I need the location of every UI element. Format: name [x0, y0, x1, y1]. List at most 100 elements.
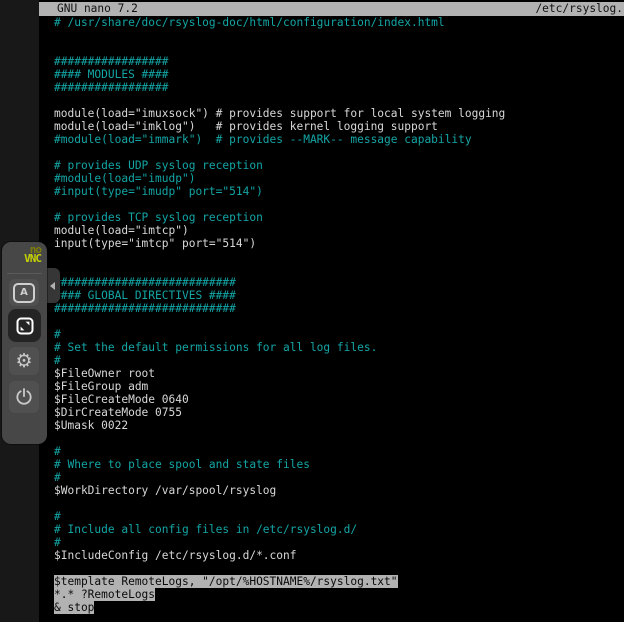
line-text: # — [54, 536, 61, 549]
selected-text: $template RemoteLogs, "/opt/%HOSTNAME%/r… — [54, 575, 398, 588]
editor-line: # — [54, 445, 624, 458]
line-text: ################# — [54, 55, 169, 68]
line-text: $FileGroup adm — [54, 380, 148, 393]
line-text: #module(load="imudp") — [54, 172, 195, 185]
editor-line: module(load="imtcp") — [54, 224, 624, 237]
line-text: # — [54, 510, 61, 523]
line-text: ########################### — [54, 302, 236, 315]
settings-button[interactable]: ⚙ — [9, 347, 39, 375]
editor-line: $FileOwner root — [54, 367, 624, 380]
editor-line: module(load="imuxsock") # provides suppo… — [54, 107, 624, 120]
line-text: ########################### — [54, 276, 236, 289]
line-text: input(type="imtcp" port="514") — [54, 237, 256, 250]
editor-line: # — [54, 536, 624, 549]
line-text: $Umask 0022 — [54, 419, 128, 432]
fullscreen-button[interactable] — [8, 309, 41, 342]
line-text: # Include all config files in /etc/rsysl… — [54, 523, 357, 536]
fullscreen-icon — [15, 316, 35, 336]
editor-line — [54, 315, 624, 328]
line-text: # — [54, 471, 61, 484]
editor-line: $FileCreateMode 0640 — [54, 393, 624, 406]
editor-line: # — [54, 471, 624, 484]
extra-keys-button[interactable]: A — [9, 279, 39, 306]
terminal-window: GNU nano 7.2 /etc/rsyslog. # /usr/share/… — [39, 0, 624, 622]
line-text: module(load="imklog") # provides kernel … — [54, 120, 438, 133]
editor-line: $IncludeConfig /etc/rsyslog.d/*.conf — [54, 549, 624, 562]
power-icon — [14, 387, 34, 407]
editor-line: $template RemoteLogs, "/opt/%HOSTNAME%/r… — [54, 575, 624, 588]
editor-line — [54, 432, 624, 445]
novnc-control-bar: no VNC A ⚙ — [2, 242, 47, 444]
editor-line: input(type="imtcp" port="514") — [54, 237, 624, 250]
editor-line: $FileGroup adm — [54, 380, 624, 393]
line-text: #module(load="immark") # provides --MARK… — [54, 133, 472, 146]
editor-line — [54, 42, 624, 55]
editor-line: # provides UDP syslog reception — [54, 159, 624, 172]
editor-line: $Umask 0022 — [54, 419, 624, 432]
selected-text: & stop — [54, 601, 94, 614]
editor-line: module(load="imklog") # provides kernel … — [54, 120, 624, 133]
line-text: # provides UDP syslog reception — [54, 159, 263, 172]
nano-titlebar: GNU nano 7.2 /etc/rsyslog. — [39, 2, 624, 16]
editor-line: # Where to place spool and state files — [54, 458, 624, 471]
line-text: $WorkDirectory /var/spool/rsyslog — [54, 484, 276, 497]
disconnect-button[interactable] — [9, 381, 39, 413]
editor-line — [54, 250, 624, 263]
line-text: $IncludeConfig /etc/rsyslog.d/*.conf — [54, 549, 296, 562]
editor-line: *.* ?RemoteLogs — [54, 588, 624, 601]
keyboard-a-icon: A — [13, 283, 35, 303]
editor-line — [54, 562, 624, 575]
editor-line — [54, 29, 624, 42]
novnc-logo: no VNC — [24, 245, 41, 263]
editor-line: $DirCreateMode 0755 — [54, 406, 624, 419]
editor-line: #### GLOBAL DIRECTIVES #### — [54, 289, 624, 302]
line-text: $FileOwner root — [54, 367, 155, 380]
editor-line: # Set the default permissions for all lo… — [54, 341, 624, 354]
nano-version-label: GNU nano 7.2 — [57, 2, 138, 16]
editor-text-area[interactable]: # /usr/share/doc/rsyslog-doc/html/config… — [39, 16, 624, 622]
editor-line: ########################### — [54, 276, 624, 289]
editor-line — [54, 94, 624, 107]
editor-line: # — [54, 328, 624, 341]
editor-line: # — [54, 354, 624, 367]
editor-line: ################# — [54, 55, 624, 68]
line-text: # — [54, 328, 61, 341]
collapse-left-icon — [50, 282, 55, 290]
editor-line: & stop — [54, 601, 624, 614]
editor-line: ########################### — [54, 302, 624, 315]
editor-line: $WorkDirectory /var/spool/rsyslog — [54, 484, 624, 497]
editor-line — [54, 146, 624, 159]
editor-line: #module(load="immark") # provides --MARK… — [54, 133, 624, 146]
line-text: $FileCreateMode 0640 — [54, 393, 189, 406]
line-text: # Set the default permissions for all lo… — [54, 341, 377, 354]
line-text: module(load="imuxsock") # provides suppo… — [54, 107, 505, 120]
editor-line: ################# — [54, 81, 624, 94]
editor-line — [54, 263, 624, 276]
editor-line: # provides TCP syslog reception — [54, 211, 624, 224]
line-text: # provides TCP syslog reception — [54, 211, 263, 224]
editor-line: # — [54, 510, 624, 523]
line-text: # Where to place spool and state files — [54, 458, 310, 471]
panel-divider — [7, 273, 42, 274]
line-text: ################# — [54, 81, 169, 94]
editor-line: #input(type="imudp" port="514") — [54, 185, 624, 198]
selected-text: *.* ?RemoteLogs — [54, 588, 155, 601]
novnc-logo-bottom: VNC — [24, 254, 41, 263]
editor-line — [54, 497, 624, 510]
line-text: module(load="imtcp") — [54, 224, 189, 237]
line-text: # — [54, 354, 61, 367]
line-text: # /usr/share/doc/rsyslog-doc/html/config… — [54, 16, 445, 29]
line-text: #### MODULES #### — [54, 68, 169, 81]
control-bar-handle[interactable] — [47, 268, 60, 303]
editor-line: # Include all config files in /etc/rsysl… — [54, 523, 624, 536]
line-text: #### GLOBAL DIRECTIVES #### — [54, 289, 236, 302]
line-text: #input(type="imudp" port="514") — [54, 185, 263, 198]
gear-icon: ⚙ — [15, 352, 32, 371]
nano-file-path: /etc/rsyslog. — [535, 2, 623, 16]
line-text: # — [54, 445, 61, 458]
editor-line: #module(load="imudp") — [54, 172, 624, 185]
editor-line: #### MODULES #### — [54, 68, 624, 81]
editor-line: # /usr/share/doc/rsyslog-doc/html/config… — [54, 16, 624, 29]
editor-line — [54, 198, 624, 211]
line-text: $DirCreateMode 0755 — [54, 406, 182, 419]
